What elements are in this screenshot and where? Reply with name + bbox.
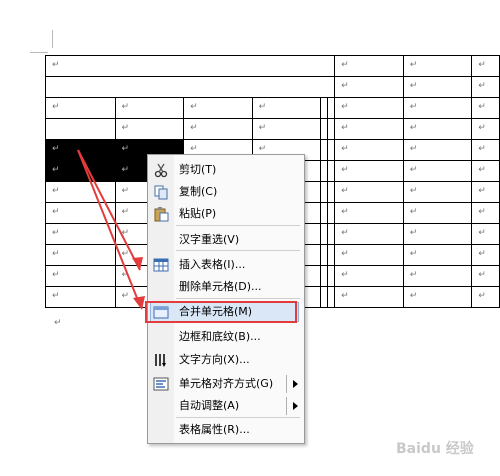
submenu-arrow-icon — [293, 402, 298, 410]
menu-item-text-direction[interactable]: 文字方向(X)... — [148, 349, 304, 371]
annotation-arrow — [77, 149, 141, 271]
arrow-head — [132, 257, 143, 270]
submenu-divider — [286, 375, 287, 393]
context-menu: 剪切(T) 复制(C) 粘贴(P) 汉字重选(V) 插入表格(I)... 删除单元格(D)… — [147, 154, 305, 444]
document-page: ↵ ↵ ↵ ↵ ↵ ↵ ↵ ↵ ↵ ↵ ↵ ↵ ↵ ↵ ↵ ↵ ↵ ↵ ↵ ↵ ↵ ↵ ↵ ↵ ↵ ↵ ↵ ↵ ↵ ↵ ↵ ↵ ↵ ↵ ↵ ↵ ↵ ↵ ↵ ↵… — [0, 0, 500, 476]
menu-separator — [176, 298, 300, 299]
menu-item-label: 文字方向(X)... — [179, 353, 250, 366]
scissors-icon — [153, 162, 169, 178]
menu-item-copy[interactable]: 复制(C) — [148, 181, 304, 203]
arrow-head — [133, 296, 145, 310]
menu-item-label: 删除单元格(D)... — [179, 280, 262, 293]
menu-item-cell-align[interactable]: 单元格对齐方式(G) — [148, 373, 304, 395]
paste-icon — [153, 206, 169, 222]
menu-separator — [176, 225, 300, 226]
menu-item-label: 汉字重选(V) — [179, 233, 240, 246]
menu-item-item-11[interactable]: 表格属性(R)... — [148, 419, 304, 441]
watermark: Baidu 经验 — [396, 441, 474, 457]
menu-item-insert-table[interactable]: 插入表格(I)... — [148, 254, 304, 276]
menu-item-item-10[interactable]: 自动调整(A) — [148, 395, 304, 417]
menu-item-scissors[interactable]: 剪切(T) — [148, 159, 304, 181]
menu-item-label: 插入表格(I)... — [179, 258, 246, 271]
cell-align-icon — [153, 376, 169, 392]
annotation-arrow — [77, 149, 140, 304]
menu-item-label: 自动调整(A) — [179, 399, 240, 412]
menu-item-label: 复制(C) — [179, 185, 218, 198]
text-direction-icon — [153, 352, 169, 368]
menu-item-paste[interactable]: 粘贴(P) — [148, 203, 304, 225]
menu-item-label: 表格属性(R)... — [179, 423, 250, 436]
merge-cells-highlight-box — [145, 301, 297, 323]
menu-item-label: 边框和底纹(B)... — [179, 330, 261, 343]
submenu-divider — [286, 397, 287, 415]
insert-table-icon — [153, 257, 169, 273]
menu-item-item-7[interactable]: 边框和底纹(B)... — [148, 326, 304, 348]
copy-icon — [153, 184, 169, 200]
menu-item-label: 剪切(T) — [179, 163, 217, 176]
menu-separator — [176, 417, 300, 418]
menu-item-label: 粘贴(P) — [179, 207, 217, 220]
menu-item-label: 单元格对齐方式(G) — [179, 377, 274, 390]
submenu-arrow-icon — [293, 380, 298, 388]
menu-item-item-3[interactable]: 汉字重选(V) — [148, 229, 304, 251]
menu-item-item-5[interactable]: 删除单元格(D)... — [148, 276, 304, 298]
